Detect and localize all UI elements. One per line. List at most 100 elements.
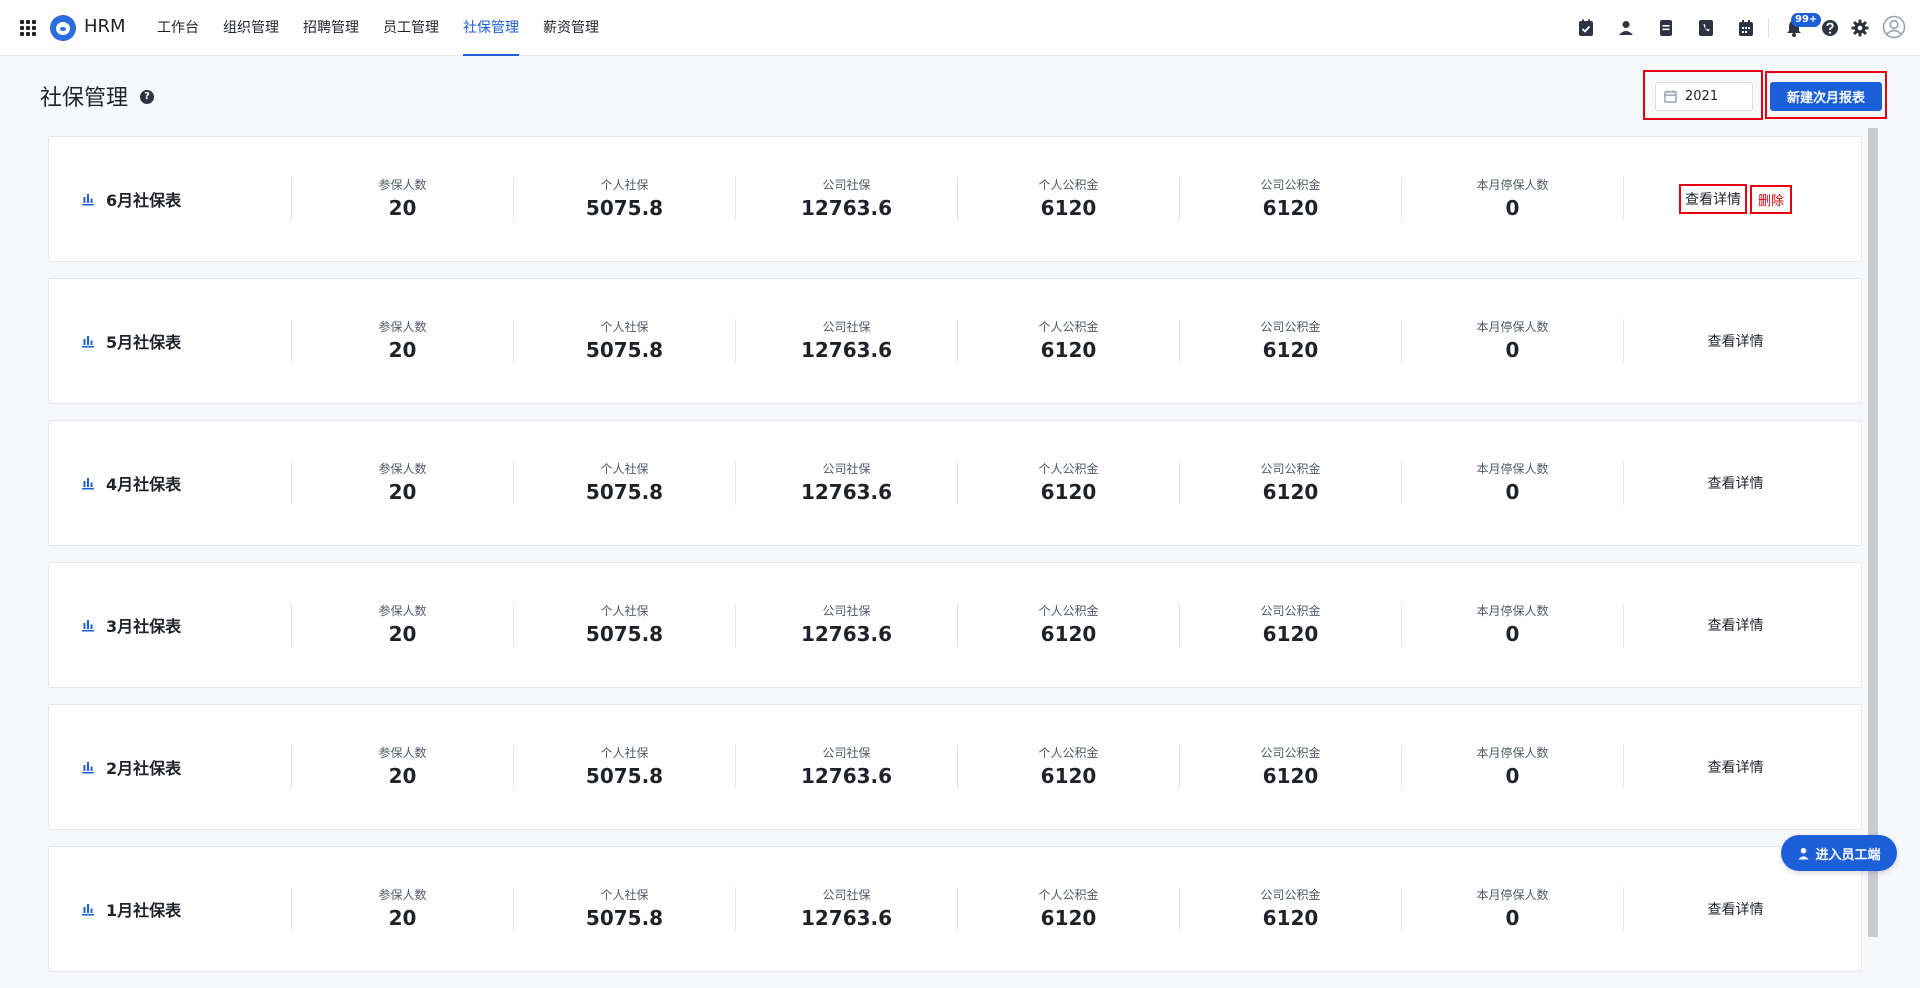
stat-company-fund: 公司公积金 6120 <box>1179 603 1401 647</box>
report-title: 6月社保表 <box>106 191 182 210</box>
toolbar-divider <box>1768 18 1769 38</box>
report-card: 5月社保表 参保人数 20 个人社保 5075.8 公司社保 12763.6 个人公积… <box>48 278 1862 404</box>
view-details-button[interactable]: 查看详情 <box>1708 331 1764 351</box>
stat-company-social: 公司社保 12763.6 <box>735 745 957 789</box>
view-details-button[interactable]: 查看详情 <box>1708 757 1764 777</box>
bar-chart-icon <box>81 902 95 916</box>
report-list: 6月社保表 参保人数 20 个人社保 5075.8 公司社保 12763.6 个人公积… <box>48 136 1862 988</box>
delete-button[interactable]: 删除 <box>1749 184 1792 214</box>
report-actions: 查看详情 <box>1623 319 1847 363</box>
phone-icon[interactable] <box>1696 18 1716 38</box>
stat-company-social: 公司社保 12763.6 <box>735 461 957 505</box>
report-title: 5月社保表 <box>106 333 182 352</box>
nav-employee[interactable]: 员工管理 <box>383 0 439 56</box>
report-card: 3月社保表 参保人数 20 个人社保 5075.8 公司社保 12763.6 个人公积… <box>48 562 1862 688</box>
help-icon[interactable] <box>1820 18 1840 38</box>
person-icon <box>1797 847 1810 860</box>
stat-stopped-count: 本月停保人数 0 <box>1401 745 1623 789</box>
report-title: 3月社保表 <box>106 617 182 636</box>
bar-chart-icon <box>81 760 95 774</box>
stat-company-fund: 公司公积金 6120 <box>1179 461 1401 505</box>
report-actions: 查看详情 删除 <box>1623 177 1847 221</box>
stat-personal-fund: 个人公积金 6120 <box>957 887 1179 931</box>
report-title: 1月社保表 <box>106 901 182 920</box>
calendar-icon <box>1664 90 1677 103</box>
document-icon[interactable] <box>1656 18 1676 38</box>
brand-name: HRM <box>84 16 126 37</box>
enter-employee-portal-label: 进入员工端 <box>1815 847 1881 863</box>
view-details-button[interactable]: 查看详情 <box>1708 615 1764 635</box>
bar-chart-icon <box>81 618 95 632</box>
new-next-month-report-button[interactable]: 新建次月报表 <box>1770 82 1882 111</box>
person-icon[interactable] <box>1616 18 1636 38</box>
stat-personal-fund: 个人公积金 6120 <box>957 461 1179 505</box>
app-grid-icon[interactable] <box>20 20 36 36</box>
stat-personal-fund: 个人公积金 6120 <box>957 319 1179 363</box>
report-card: 4月社保表 参保人数 20 个人社保 5075.8 公司社保 12763.6 个人公积… <box>48 420 1862 546</box>
title-help-icon[interactable]: ? <box>140 90 154 104</box>
stat-stopped-count: 本月停保人数 0 <box>1401 319 1623 363</box>
stat-personal-social: 个人社保 5075.8 <box>513 603 735 647</box>
stat-insured-count: 参保人数 20 <box>291 177 513 221</box>
stat-personal-social: 个人社保 5075.8 <box>513 177 735 221</box>
bar-chart-icon <box>81 192 95 206</box>
stat-stopped-count: 本月停保人数 0 <box>1401 603 1623 647</box>
view-details-button[interactable]: 查看详情 <box>1678 184 1747 214</box>
stat-personal-fund: 个人公积金 6120 <box>957 177 1179 221</box>
stat-company-fund: 公司公积金 6120 <box>1179 745 1401 789</box>
stat-personal-fund: 个人公积金 6120 <box>957 603 1179 647</box>
enter-employee-portal-button[interactable]: 进入员工端 <box>1781 835 1897 871</box>
stat-personal-social: 个人社保 5075.8 <box>513 461 735 505</box>
bar-chart-icon <box>81 476 95 490</box>
stat-insured-count: 参保人数 20 <box>291 603 513 647</box>
nav-social-insurance[interactable]: 社保管理 <box>463 0 519 56</box>
stat-stopped-count: 本月停保人数 0 <box>1401 177 1623 221</box>
year-value: 2021 <box>1685 89 1719 104</box>
view-details-button[interactable]: 查看详情 <box>1708 473 1764 493</box>
main-nav: 工作台 组织管理 招聘管理 员工管理 社保管理 薪资管理 <box>157 0 599 56</box>
scrollbar[interactable] <box>1868 128 1878 937</box>
nav-workbench[interactable]: 工作台 <box>157 0 199 56</box>
stat-personal-social: 个人社保 5075.8 <box>513 887 735 931</box>
stat-company-fund: 公司公积金 6120 <box>1179 887 1401 931</box>
stat-personal-fund: 个人公积金 6120 <box>957 745 1179 789</box>
stat-insured-count: 参保人数 20 <box>291 887 513 931</box>
nav-organization[interactable]: 组织管理 <box>223 0 279 56</box>
stat-stopped-count: 本月停保人数 0 <box>1401 461 1623 505</box>
stat-personal-social: 个人社保 5075.8 <box>513 745 735 789</box>
stat-personal-social: 个人社保 5075.8 <box>513 319 735 363</box>
report-card: 6月社保表 参保人数 20 个人社保 5075.8 公司社保 12763.6 个人公积… <box>48 136 1862 262</box>
stat-insured-count: 参保人数 20 <box>291 319 513 363</box>
avatar-icon[interactable] <box>1882 15 1906 39</box>
nav-recruitment[interactable]: 招聘管理 <box>303 0 359 56</box>
report-actions: 查看详情 <box>1623 461 1847 505</box>
year-picker-highlight: 2021 <box>1643 70 1763 120</box>
report-actions: 查看详情 <box>1623 745 1847 789</box>
page-title: 社保管理 <box>40 86 129 111</box>
report-title: 4月社保表 <box>106 475 182 494</box>
hrm-logo-icon <box>50 15 76 41</box>
stat-company-social: 公司社保 12763.6 <box>735 603 957 647</box>
report-actions: 查看详情 <box>1623 887 1847 931</box>
view-details-button[interactable]: 查看详情 <box>1708 899 1764 919</box>
stat-insured-count: 参保人数 20 <box>291 461 513 505</box>
stat-company-social: 公司社保 12763.6 <box>735 177 957 221</box>
stat-company-fund: 公司公积金 6120 <box>1179 319 1401 363</box>
stat-stopped-count: 本月停保人数 0 <box>1401 887 1623 931</box>
stat-company-social: 公司社保 12763.6 <box>735 319 957 363</box>
report-card: 2月社保表 参保人数 20 个人社保 5075.8 公司社保 12763.6 个人公积… <box>48 704 1862 830</box>
report-title: 2月社保表 <box>106 759 182 778</box>
gear-icon[interactable] <box>1850 18 1870 38</box>
report-actions: 查看详情 <box>1623 603 1847 647</box>
nav-salary[interactable]: 薪资管理 <box>543 0 599 56</box>
checklist-icon[interactable] <box>1576 18 1596 38</box>
notification-badge: 99+ <box>1791 13 1822 27</box>
year-picker[interactable]: 2021 <box>1655 82 1753 111</box>
stat-insured-count: 参保人数 20 <box>291 745 513 789</box>
report-card: 1月社保表 参保人数 20 个人社保 5075.8 公司社保 12763.6 个人公积… <box>48 846 1862 972</box>
calendar-icon[interactable] <box>1736 18 1756 38</box>
top-navigation-bar: HRM 工作台 组织管理 招聘管理 员工管理 社保管理 薪资管理 99+ <box>0 0 1920 56</box>
stat-company-fund: 公司公积金 6120 <box>1179 177 1401 221</box>
bar-chart-icon <box>81 334 95 348</box>
new-report-highlight: 新建次月报表 <box>1765 71 1887 119</box>
